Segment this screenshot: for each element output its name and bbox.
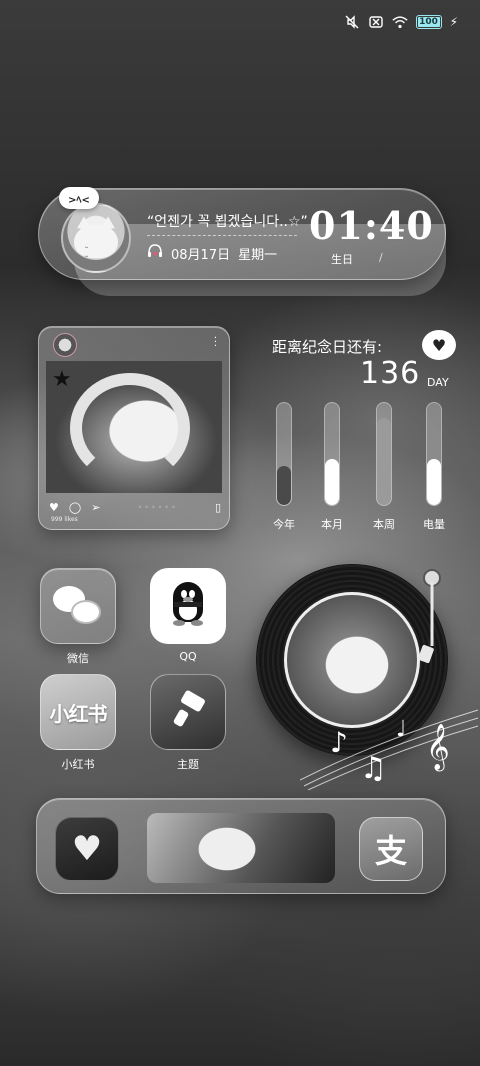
progress-fill <box>325 459 339 505</box>
heart-bubble-icon: ♥ <box>422 330 456 360</box>
svg-text:♩: ♩ <box>396 717 406 742</box>
battery-level: 100 <box>419 17 438 27</box>
countdown-title: 距离纪念日还有: <box>272 338 383 356</box>
app-qq[interactable] <box>150 568 226 644</box>
xiaohongshu-icon: 小红书 <box>49 701 108 726</box>
clock-widget[interactable]: ᵕ ᵕ >ﾍ< “언젠가 꼭 뵙겠습니다..☆” 08月17日 星期一 01:4… <box>38 187 446 296</box>
mute-icon <box>344 14 360 30</box>
progress-bar-year <box>276 402 292 506</box>
charging-icon: ⚡ <box>449 15 458 29</box>
clock-time: 01:40 <box>309 203 434 248</box>
tonearm-icon <box>418 566 444 666</box>
progress-bar-month <box>324 402 340 506</box>
app-wechat[interactable] <box>40 568 116 644</box>
app-label-wechat: 微信 <box>67 652 89 665</box>
app-label-qq: QQ <box>179 650 197 663</box>
progress-fill <box>427 459 441 505</box>
cat-face-image: ᵕ ᵕ <box>74 216 118 261</box>
progress-bars[interactable]: 今年 本月 本周 电量 <box>270 402 450 532</box>
clock-card: ᵕ ᵕ >ﾍ< “언젠가 꼭 뵙겠습니다..☆” 08月17日 星期一 01:4… <box>38 187 446 280</box>
app-alipay[interactable]: 支 <box>359 817 423 881</box>
more-vertical-icon[interactable]: · · · <box>214 334 217 352</box>
alipay-icon: 支 <box>374 832 407 870</box>
photo-post-widget[interactable]: · · · ★ ♥ ◯ ➢ •••••• ▯ 999 likes <box>38 326 230 530</box>
divider <box>147 235 297 236</box>
dock-banner-image <box>147 813 335 883</box>
app-label-xiaohongshu: 小红书 <box>61 758 95 771</box>
wifi-icon <box>391 14 408 30</box>
countdown-unit: DAY <box>427 376 449 389</box>
headphones-image <box>70 373 190 483</box>
weekday-text: 星期一 <box>238 247 278 263</box>
heart-icon[interactable]: ♥ <box>49 501 59 514</box>
qq-icon <box>169 582 207 630</box>
speech-bubble: >ﾍ< <box>59 187 99 209</box>
app-xiaohongshu[interactable]: 小红书 <box>40 674 116 750</box>
wechat-icon <box>53 586 103 626</box>
clock-separator: / <box>379 251 383 264</box>
bookmark-icon[interactable]: ▯ <box>215 501 221 514</box>
status-bar: 100 ⚡ <box>344 12 458 32</box>
send-icon[interactable]: ➢ <box>91 501 100 514</box>
date-text: 08月17日 <box>171 247 231 263</box>
progress-bar-battery <box>426 402 442 506</box>
bar-label-battery: 电量 <box>423 518 445 531</box>
app-heart-bow[interactable]: ♥ <box>55 817 119 881</box>
svg-text:♫: ♫ <box>360 751 387 786</box>
progress-fill <box>377 418 391 505</box>
headphones-heart-icon <box>147 243 163 263</box>
app-label-theme: 主题 <box>177 758 199 771</box>
no-sim-icon <box>368 14 384 30</box>
battery-icon: 100 <box>415 15 442 29</box>
svg-text:♪: ♪ <box>330 726 348 759</box>
heart-bow-icon: ♥ <box>71 829 103 869</box>
progress-bar-week <box>376 402 392 506</box>
clock-subtitle: 生日 <box>331 253 353 266</box>
bar-label-month: 本月 <box>321 518 343 531</box>
post-image: ★ <box>46 361 222 493</box>
post-actions: ♥ ◯ ➢ •••••• ▯ <box>49 501 221 514</box>
post-avatar <box>53 333 77 357</box>
clock-quote: “언젠가 꼭 뵙겠습니다..☆” <box>147 214 308 230</box>
bar-label-year: 今年 <box>273 518 295 531</box>
date-row: 08月17日 星期一 <box>147 243 277 263</box>
music-notes-icon: ♪ ♫ ♩ 𝄞 <box>299 690 480 791</box>
likes-count: 999 likes <box>51 516 78 523</box>
svg-text:𝄞: 𝄞 <box>426 724 450 772</box>
progress-fill <box>277 466 291 505</box>
countdown-days: 136 <box>360 356 421 391</box>
cat-avatar: ᵕ ᵕ <box>61 203 131 273</box>
carousel-dots: •••••• <box>137 503 178 512</box>
bar-label-week: 本周 <box>373 518 395 531</box>
dock: ♥ 支 <box>36 798 446 894</box>
star-icon: ★ <box>52 367 72 392</box>
theme-icon <box>168 690 208 734</box>
app-theme[interactable] <box>150 674 226 750</box>
comment-icon[interactable]: ◯ <box>69 501 81 514</box>
